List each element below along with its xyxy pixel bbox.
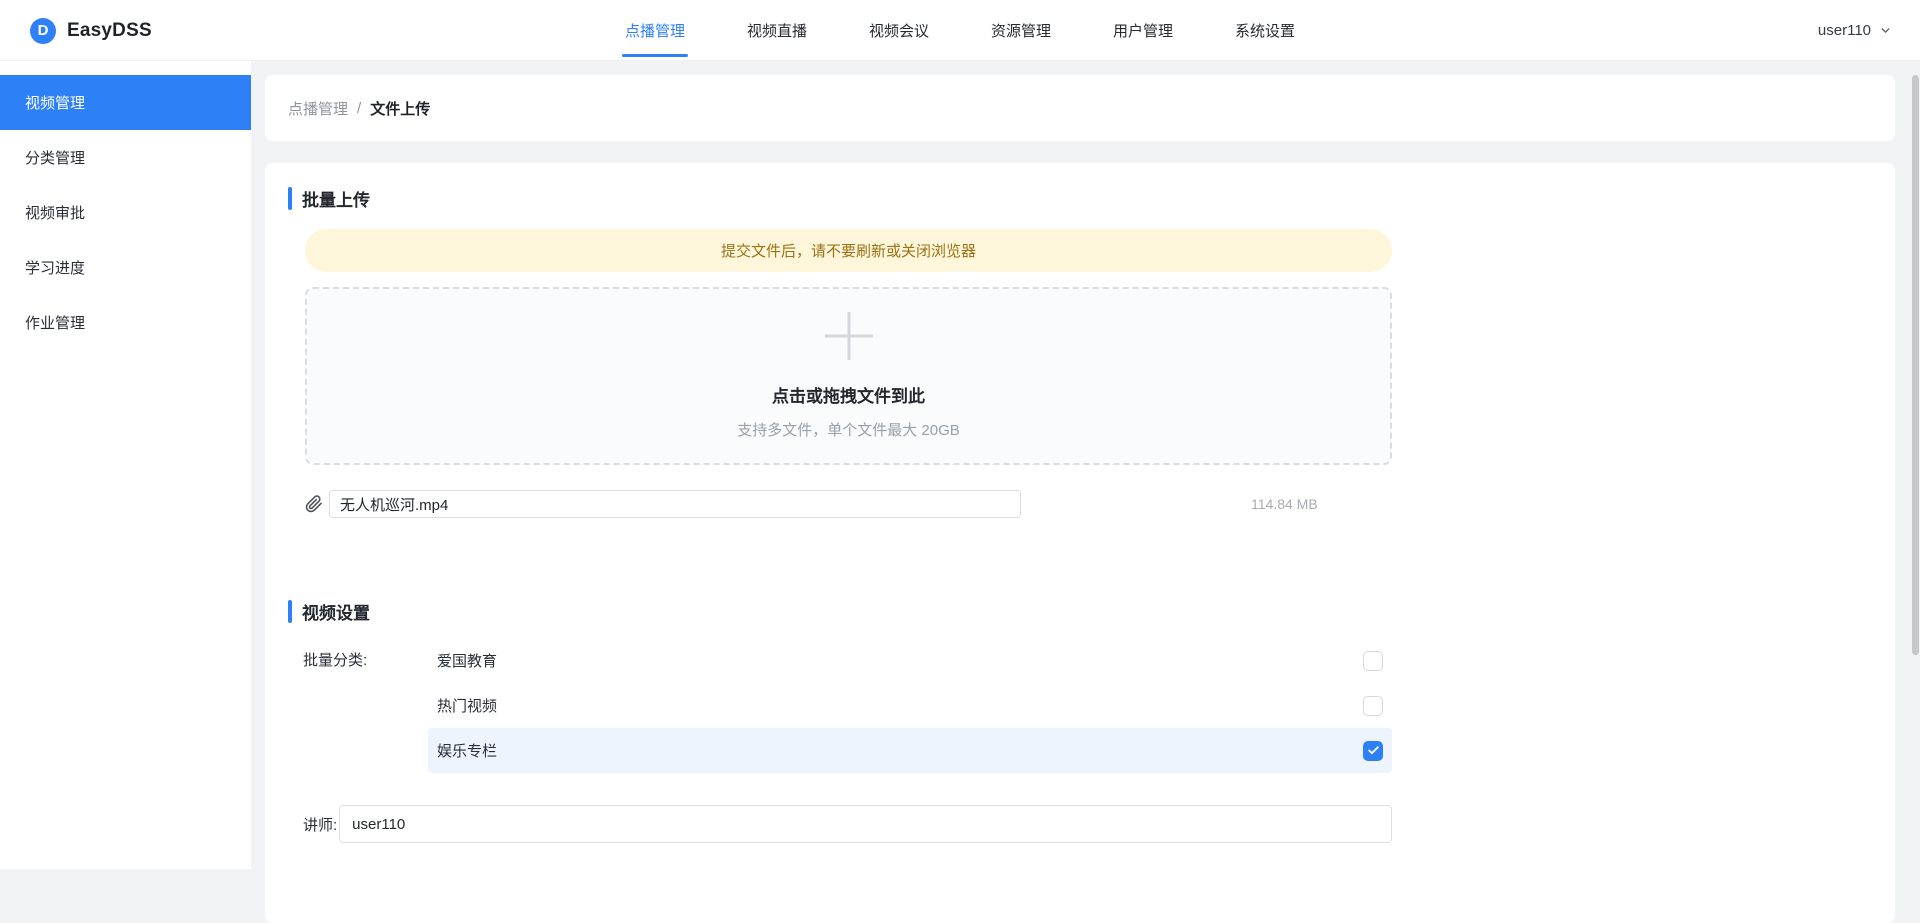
brand[interactable]: D EasyDSS (30, 0, 152, 61)
checkbox-patriotic[interactable] (1363, 650, 1383, 671)
nav-item-meeting[interactable]: 视频会议 (869, 0, 929, 61)
section-title: 视频设置 (302, 604, 370, 623)
content-area: 点播管理 / 文件上传 批量上传 提交文件后，请不要刷新或关闭浏览器 点击或拖拽… (251, 61, 1920, 923)
uploaded-file-row: 114.84 MB (305, 490, 1392, 518)
teacher-input[interactable] (339, 805, 1393, 843)
chevron-down-icon (1879, 24, 1892, 37)
sidebar-item-video-manage[interactable]: 视频管理 (0, 75, 251, 130)
breadcrumb-parent[interactable]: 点播管理 (288, 98, 348, 119)
category-label: 爱国教育 (437, 653, 498, 670)
nav-item-settings[interactable]: 系统设置 (1235, 0, 1295, 61)
teacher-row: 讲师: (265, 805, 1895, 843)
user-name: user110 (1817, 22, 1871, 39)
breadcrumb-separator: / (357, 99, 362, 117)
checkbox-entertainment[interactable] (1363, 740, 1383, 761)
breadcrumb: 点播管理 / 文件上传 (265, 75, 1895, 141)
brand-name: EasyDSS (67, 19, 152, 41)
checkbox-hot[interactable] (1363, 695, 1383, 716)
file-dropzone[interactable]: 点击或拖拽文件到此 支持多文件，单个文件最大 20GB (305, 287, 1392, 465)
file-size-label: 114.84 MB (1251, 496, 1318, 512)
main-nav: 点播管理 视频直播 视频会议 资源管理 用户管理 系统设置 (621, 0, 1295, 61)
category-row-hot[interactable]: 热门视频 (428, 683, 1392, 728)
user-menu[interactable]: user110 (1818, 0, 1892, 61)
section-accent-bar (288, 600, 292, 623)
nav-item-users[interactable]: 用户管理 (1113, 0, 1173, 61)
sidebar: 视频管理 分类管理 视频审批 学习进度 作业管理 (0, 61, 251, 869)
batch-category-row: 批量分类: 爱国教育 热门视频 娱乐专栏 (265, 638, 1895, 773)
sidebar-item-category-manage[interactable]: 分类管理 (0, 130, 251, 185)
teacher-label: 讲师: (303, 816, 338, 834)
dropzone-sub-text: 支持多文件，单个文件最大 20GB (737, 422, 960, 439)
section-header-batch-upload: 批量上传 (265, 187, 1895, 210)
sidebar-item-homework-manage[interactable]: 作业管理 (0, 295, 251, 350)
top-navbar: D EasyDSS 点播管理 视频直播 视频会议 资源管理 用户管理 系统设置 … (0, 0, 1920, 61)
category-row-entertainment[interactable]: 娱乐专栏 (428, 728, 1392, 773)
section-title: 批量上传 (302, 191, 370, 210)
nav-item-live[interactable]: 视频直播 (747, 0, 807, 61)
section-accent-bar (288, 187, 292, 210)
category-label: 热门视频 (437, 698, 498, 715)
plus-icon (825, 312, 873, 360)
easydss-logo-icon: D (30, 17, 56, 44)
sidebar-item-video-review[interactable]: 视频审批 (0, 185, 251, 240)
section-header-video-settings: 视频设置 (265, 600, 1895, 623)
file-name-input[interactable] (329, 490, 1021, 518)
breadcrumb-current: 文件上传 (370, 100, 431, 118)
nav-item-resources[interactable]: 资源管理 (991, 0, 1051, 61)
category-list: 爱国教育 热门视频 娱乐专栏 (428, 638, 1392, 773)
vertical-scrollbar[interactable] (1912, 75, 1919, 655)
check-icon (1367, 746, 1379, 755)
nav-item-vod[interactable]: 点播管理 (621, 0, 688, 61)
category-row-patriotic[interactable]: 爱国教育 (428, 638, 1392, 683)
category-label: 娱乐专栏 (437, 743, 498, 760)
sidebar-item-learning-progress[interactable]: 学习进度 (0, 240, 251, 295)
upload-warning-text: 提交文件后，请不要刷新或关闭浏览器 (720, 243, 976, 260)
upload-warning-banner: 提交文件后，请不要刷新或关闭浏览器 (305, 229, 1392, 272)
batch-category-label: 批量分类: (303, 652, 368, 669)
dropzone-main-text: 点击或拖拽文件到此 (772, 387, 925, 406)
paperclip-icon (305, 495, 323, 513)
upload-panel: 批量上传 提交文件后，请不要刷新或关闭浏览器 点击或拖拽文件到此 支持多文件，单… (265, 163, 1895, 923)
